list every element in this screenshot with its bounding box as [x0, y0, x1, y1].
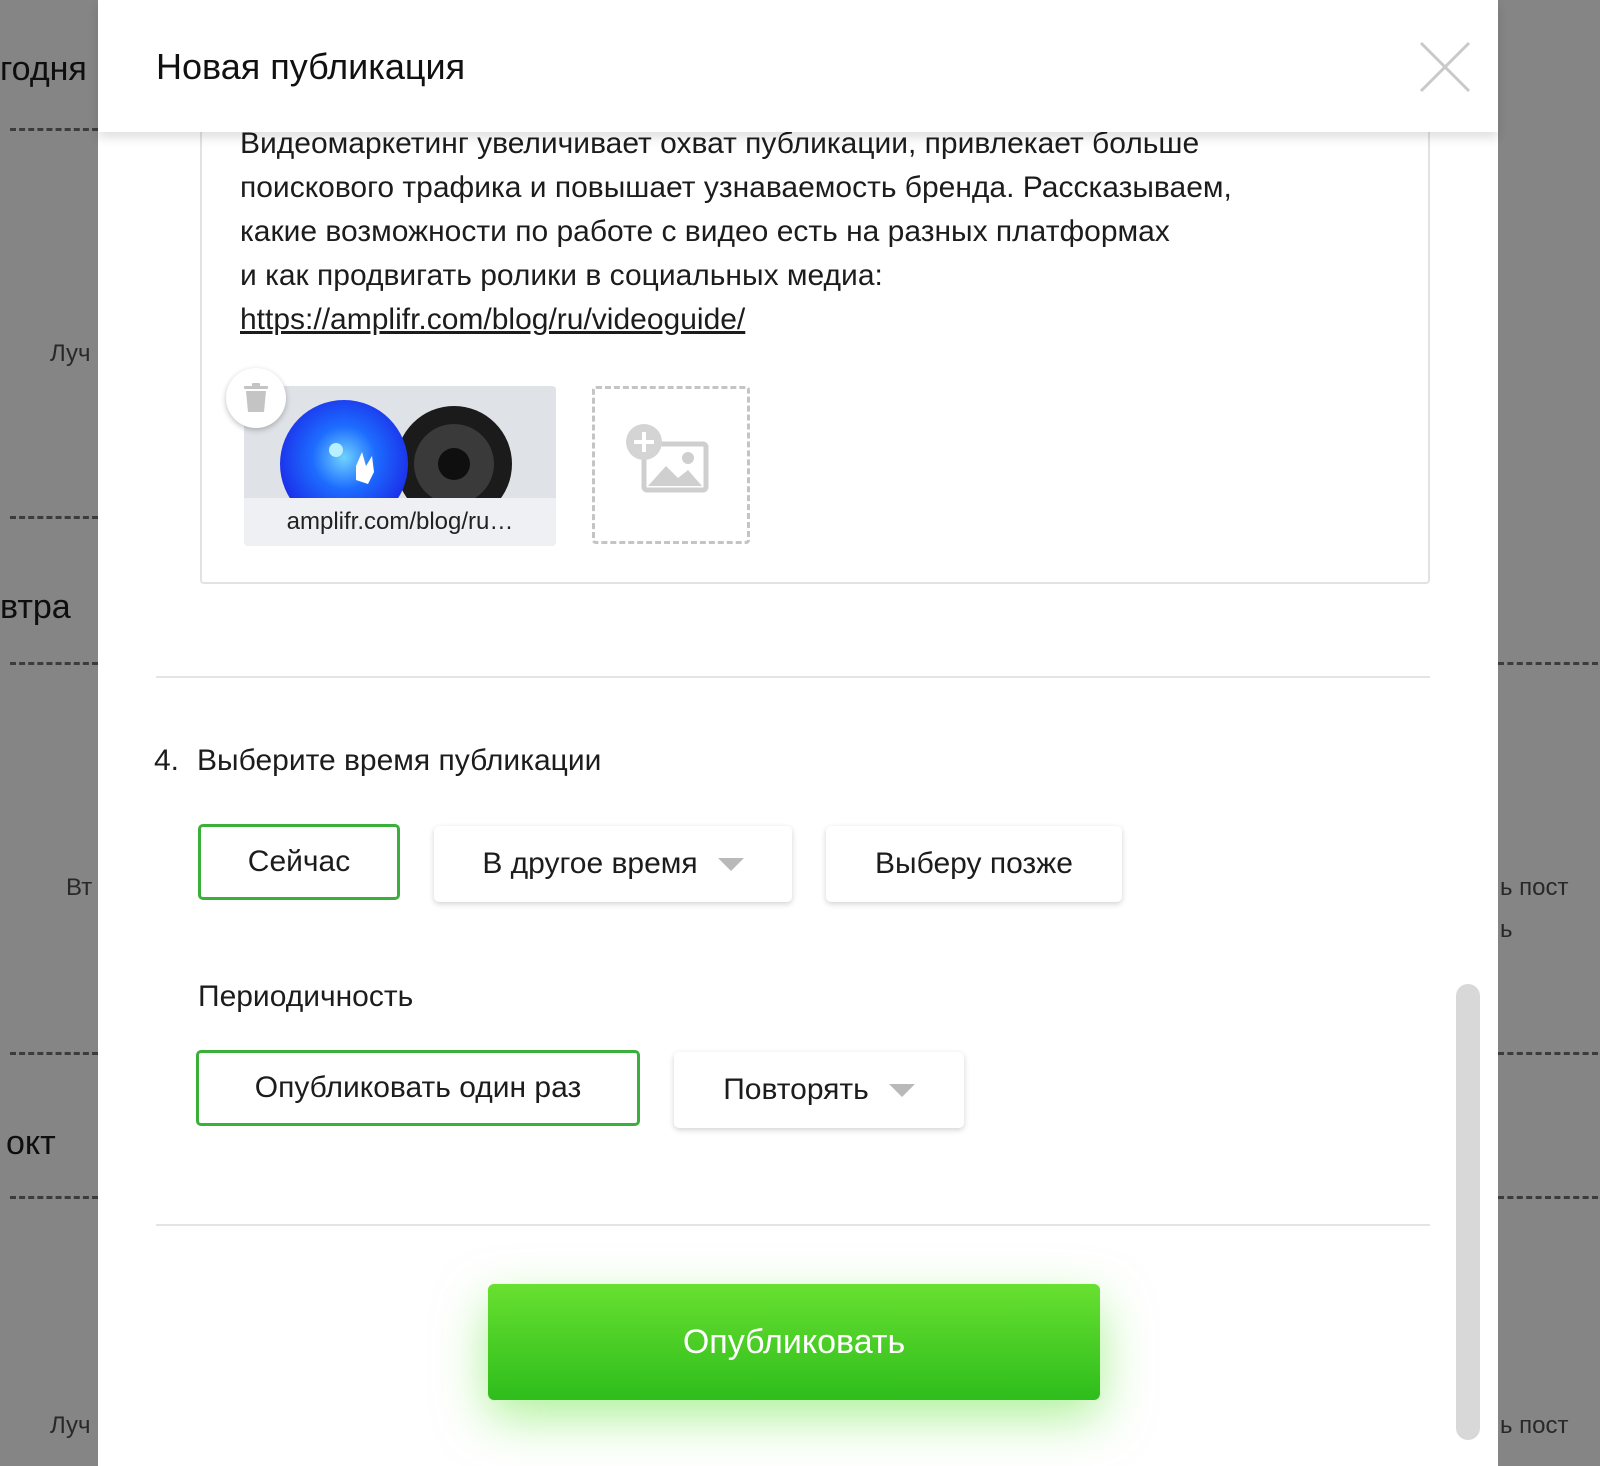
trash-icon — [244, 383, 268, 412]
publish-label: Опубликовать — [682, 1322, 906, 1361]
time-now-button[interactable]: Сейчас — [198, 824, 400, 900]
post-text[interactable]: Видеомаркетинг увеличивает охват публика… — [240, 122, 1360, 342]
chevron-down-icon — [717, 857, 744, 871]
time-other-label: В другое время — [482, 847, 698, 880]
time-later-button[interactable]: Выберу позже — [826, 826, 1122, 902]
post-text-line: поискового трафика и повышает узнаваемос… — [240, 171, 1232, 204]
section-divider — [156, 676, 1430, 678]
section-divider — [156, 1224, 1430, 1226]
delete-attachment-button[interactable] — [226, 368, 286, 428]
modal-header: Новая публикация — [98, 0, 1498, 132]
close-button[interactable] — [1418, 40, 1472, 94]
new-publication-modal: Новая публикация Видеомаркетинг увеличив… — [98, 0, 1498, 1466]
add-image-icon — [626, 424, 709, 493]
close-icon — [1419, 41, 1471, 93]
step-number: 4. — [154, 744, 180, 777]
post-editor[interactable]: Видеомаркетинг увеличивает охват публика… — [200, 80, 1430, 584]
repeat-dropdown[interactable]: Повторять — [674, 1052, 964, 1128]
add-media-button[interactable] — [592, 386, 750, 544]
publish-button[interactable]: Опубликовать — [488, 1284, 1100, 1400]
post-text-line: какие возможности по работе с видео есть… — [240, 215, 1170, 248]
periodicity-title: Периодичность — [198, 980, 414, 1013]
modal-title: Новая публикация — [156, 46, 466, 87]
schedule-title-text: Выберите время публикации — [197, 744, 602, 777]
link-preview-caption: amplifr.com/blog/ru… — [244, 498, 556, 546]
post-link[interactable]: https://amplifr.com/blog/ru/videoguide/ — [240, 303, 745, 336]
repeat-label: Повторять — [723, 1073, 869, 1106]
publish-once-label: Опубликовать один раз — [254, 1071, 582, 1104]
time-later-label: Выберу позже — [875, 847, 1073, 880]
schedule-section-title: 4. Выберите время публикации — [154, 744, 601, 778]
post-text-line: и как продвигать ролики в социальных мед… — [240, 259, 883, 292]
chevron-down-icon — [888, 1083, 915, 1097]
link-preview-image — [244, 386, 556, 498]
publish-once-button[interactable]: Опубликовать один раз — [196, 1050, 640, 1126]
link-preview-attachment[interactable]: amplifr.com/blog/ru… — [244, 386, 556, 546]
time-now-label: Сейчас — [247, 845, 351, 878]
time-other-dropdown[interactable]: В другое время — [434, 826, 792, 902]
modal-scrollbar[interactable] — [1456, 984, 1480, 1440]
